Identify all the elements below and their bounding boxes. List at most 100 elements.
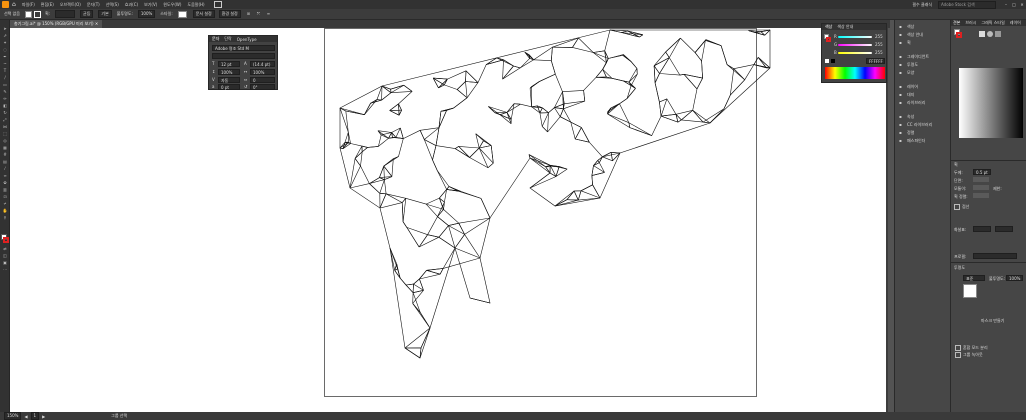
tracking-field[interactable]: 0 xyxy=(250,77,275,83)
workspace-switcher[interactable]: 필수 클래식 xyxy=(912,2,932,8)
lasso-tool-icon[interactable]: ◌ xyxy=(2,47,8,52)
stroke-color-icon[interactable] xyxy=(3,237,9,243)
line-tool-icon[interactable]: / xyxy=(2,75,8,80)
channel-r-slider[interactable] xyxy=(838,36,872,38)
brush-select[interactable]: 기본 xyxy=(98,10,112,18)
profile-select[interactable] xyxy=(973,253,1017,259)
dock-item-3[interactable]: ▪ 그레이디언트 xyxy=(899,53,929,60)
swap-colors-icon[interactable]: ⇄ xyxy=(2,246,8,251)
slice-tool-icon[interactable]: ⌿ xyxy=(2,201,8,206)
eraser-tool-icon[interactable]: ◧ xyxy=(2,103,8,108)
preferences-button[interactable]: 환경 설정 xyxy=(218,10,241,18)
dock-item-4[interactable]: ▪ 투명도 xyxy=(899,61,918,68)
rectangle-tool-icon[interactable]: ▭ xyxy=(2,82,8,87)
menu-help[interactable]: 도움말(H) xyxy=(187,2,204,8)
tab-brushes[interactable]: 브러시 xyxy=(965,20,976,26)
knockout-checkbox[interactable] xyxy=(955,352,961,358)
shape-builder-tool-icon[interactable]: ◎ xyxy=(2,138,8,143)
dock-item-1[interactable]: ▪ 색상 안내 xyxy=(899,31,923,38)
channel-r-value[interactable]: 255 xyxy=(875,34,883,39)
menu-select[interactable]: 선택(S) xyxy=(106,2,119,8)
tab-swatches[interactable]: 견본 xyxy=(953,20,960,26)
stroke-swatch[interactable] xyxy=(34,10,41,18)
baseline-field[interactable]: 0 pt xyxy=(218,84,240,90)
screen-mode-icon[interactable]: ▣ xyxy=(2,260,8,265)
prev-artboard-icon[interactable]: ◀ xyxy=(24,414,27,419)
leading-field[interactable]: (14.4 pt) xyxy=(250,61,275,67)
tab-graphic-styles[interactable]: 그래픽 스타일 xyxy=(981,20,1004,26)
dock-item-12[interactable]: ▪ 패스파인더 xyxy=(899,137,925,144)
arrowhead-end-select[interactable] xyxy=(995,226,1013,232)
dock-item-10[interactable]: ▪ CC 라이브러리 xyxy=(899,121,932,128)
dock-item-7[interactable]: ▪ 대지 xyxy=(899,91,914,98)
dock-item-0[interactable]: ▪ 색상 xyxy=(899,23,914,30)
knockout-group-option[interactable]: 그룹 녹아웃 xyxy=(955,352,983,358)
mesh-tool-icon[interactable]: # xyxy=(2,152,8,157)
isolate-checkbox[interactable] xyxy=(955,345,961,351)
tab-character[interactable]: 문자 xyxy=(212,36,219,42)
menu-edit[interactable]: 편집(E) xyxy=(41,2,54,8)
arrowhead-start-select[interactable] xyxy=(973,226,991,232)
opacity-field[interactable]: 100% xyxy=(137,10,156,18)
tab-opentype[interactable]: OpenType xyxy=(237,37,257,42)
minimize-icon[interactable]: – xyxy=(1002,2,1010,7)
tab-color-guide[interactable]: 색상 안내 xyxy=(837,24,853,30)
symbol-sprayer-tool-icon[interactable]: ✿ xyxy=(2,180,8,185)
scale-vertical-field[interactable]: 100% xyxy=(218,69,240,75)
align-to-icon[interactable]: ⊞ xyxy=(247,11,253,17)
gradient-type-radial[interactable] xyxy=(987,31,993,37)
gradient-type-freeform[interactable] xyxy=(995,31,1001,37)
gradient-preview[interactable] xyxy=(959,68,1023,138)
hex-field[interactable]: FFFFFF xyxy=(866,58,885,64)
zoom-field[interactable]: 150% xyxy=(4,412,22,420)
scale-tool-icon[interactable]: ⤢ xyxy=(2,117,8,122)
menu-effect[interactable]: 효과(C) xyxy=(125,2,138,8)
document-setup-button[interactable]: 문서 설정 xyxy=(192,10,215,18)
selection-tool-icon[interactable]: ➤ xyxy=(2,26,8,31)
color-stroke-swatch[interactable] xyxy=(826,37,831,42)
home-icon[interactable]: ⌂ xyxy=(12,1,18,8)
artboard-number-field[interactable]: 1 xyxy=(30,412,40,420)
menu-file[interactable]: 파일(F) xyxy=(22,2,35,8)
tab-color[interactable]: 색상 xyxy=(825,24,832,30)
corner-buttons[interactable] xyxy=(973,185,989,190)
zoom-tool-icon[interactable]: ⚲ xyxy=(2,215,8,220)
fill-swatch[interactable] xyxy=(25,10,32,18)
edit-toolbar-icon[interactable]: ⋯ xyxy=(2,267,8,272)
variable-width-select[interactable]: 균등 xyxy=(80,10,94,18)
blend-tool-icon[interactable]: ∞ xyxy=(2,173,8,178)
font-style-select[interactable] xyxy=(212,53,275,59)
canvas-area[interactable] xyxy=(10,28,888,412)
maximize-icon[interactable]: □ xyxy=(1010,2,1018,7)
menu-object[interactable]: 오브젝트(O) xyxy=(60,2,81,8)
pencil-tool-icon[interactable]: ✏ xyxy=(2,96,8,101)
rotation-field[interactable]: 0° xyxy=(250,84,275,90)
scale-horizontal-field[interactable]: 100% xyxy=(250,69,275,75)
transparency-opacity-field[interactable]: 100% xyxy=(1006,275,1023,281)
dashed-checkbox[interactable] xyxy=(954,204,960,210)
style-swatch[interactable] xyxy=(177,10,187,18)
gradient-type-linear[interactable] xyxy=(979,31,985,37)
dock-item-2[interactable]: ▪ 획 xyxy=(899,39,911,46)
dashed-line-option[interactable]: 점선 xyxy=(954,204,969,210)
cap-buttons[interactable] xyxy=(973,177,989,182)
magic-wand-tool-icon[interactable]: ✦ xyxy=(2,40,8,45)
blend-mode-select[interactable]: 표준 xyxy=(963,275,985,281)
panel-menu-icon[interactable]: ≡ xyxy=(267,11,273,17)
hand-tool-icon[interactable]: ✋ xyxy=(2,208,8,213)
rotate-tool-icon[interactable]: ↻ xyxy=(2,110,8,115)
free-transform-tool-icon[interactable]: ⬚ xyxy=(2,131,8,136)
black-swatch[interactable] xyxy=(831,59,835,63)
tab-layers[interactable]: 레이어 xyxy=(1010,20,1021,26)
channel-b-slider[interactable] xyxy=(838,52,872,54)
menu-type[interactable]: 문자(T) xyxy=(87,2,100,8)
menu-view[interactable]: 보기(V) xyxy=(144,2,157,8)
pen-tool-icon[interactable]: ✒ xyxy=(2,54,8,59)
font-size-field[interactable]: 12 pt xyxy=(218,61,240,67)
tab-paragraph[interactable]: 단락 xyxy=(224,36,231,42)
dock-item-8[interactable]: ▪ 라이브러리 xyxy=(899,99,925,106)
isolate-blending-option[interactable]: 혼합 모드 분리 xyxy=(955,345,988,351)
next-artboard-icon[interactable]: ▶ xyxy=(42,414,45,419)
low-poly-gun-artwork[interactable] xyxy=(10,28,888,412)
curvature-tool-icon[interactable]: ~ xyxy=(2,61,8,66)
